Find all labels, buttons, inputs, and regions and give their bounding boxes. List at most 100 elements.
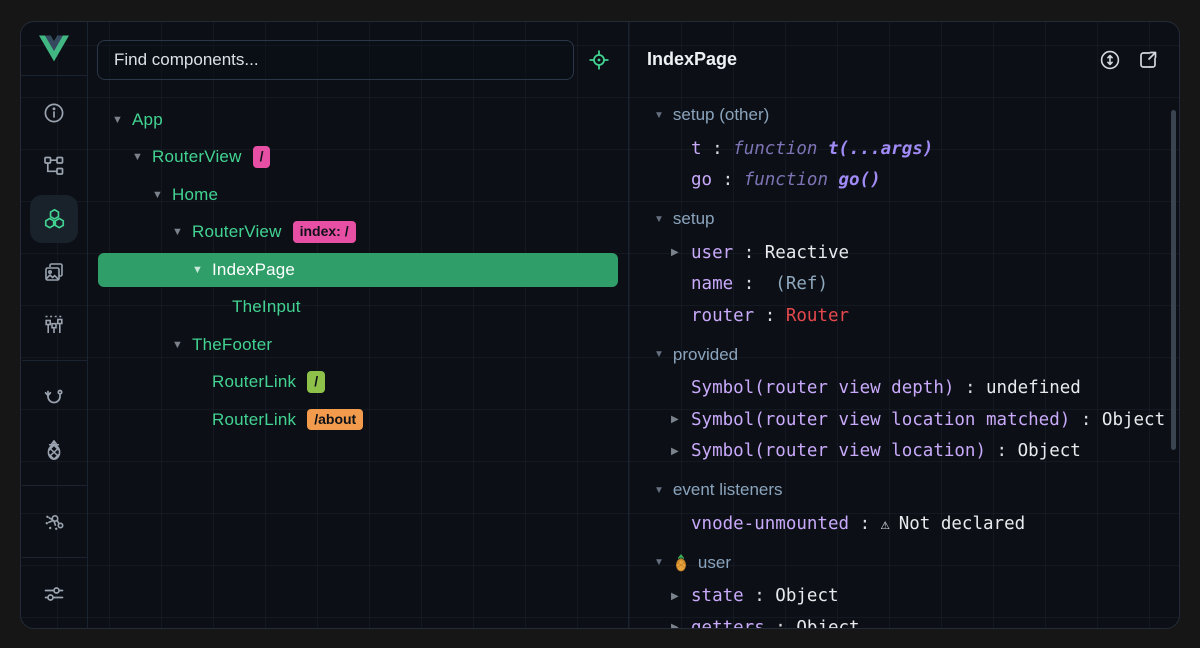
- key-value-separator: :: [744, 586, 776, 606]
- tree-item-app[interactable]: ▼App: [98, 103, 618, 137]
- sidebar: [21, 22, 88, 628]
- section-header-user[interactable]: ▼ user: [654, 545, 1179, 581]
- tree-item-routerlink[interactable]: RouterLink /: [98, 365, 618, 399]
- state-row-vnode-unmounted[interactable]: vnode-unmounted : ⚠ Not declared: [654, 508, 1179, 540]
- state-value: Object: [1102, 410, 1165, 430]
- section-header-setup[interactable]: ▼setup: [654, 201, 1179, 237]
- locate-component-button[interactable]: [582, 43, 616, 77]
- state-value: Not declared: [899, 514, 1025, 534]
- collapse-icon[interactable]: ▼: [654, 485, 664, 496]
- sidebar-item-components[interactable]: [30, 195, 78, 243]
- collapse-icon[interactable]: ▼: [654, 557, 664, 568]
- state-row-symbol-router-view-location[interactable]: ▶Symbol(router view location) : Object: [654, 436, 1179, 468]
- section-header-provided[interactable]: ▼provided: [654, 337, 1179, 373]
- sidebar-item-graph[interactable]: [30, 498, 78, 546]
- key-value-separator: :: [702, 139, 734, 159]
- inspector-title: IndexPage: [647, 49, 737, 70]
- state-key: Symbol(router view location): [691, 441, 986, 461]
- collapse-icon[interactable]: ▼: [654, 110, 664, 121]
- inspector-content: ▼ setup (other) t : function t(...args)go …: [629, 97, 1179, 628]
- state-key: getters: [691, 618, 765, 628]
- open-in-editor-button[interactable]: [1133, 45, 1163, 75]
- route-badge: /: [253, 146, 271, 168]
- section-label: user: [698, 553, 731, 573]
- state-row-symbol-router-view-location-matched[interactable]: ▶Symbol(router view location matched) : …: [654, 404, 1179, 436]
- expand-all-button[interactable]: [1095, 45, 1125, 75]
- pineapple-icon: [673, 554, 689, 572]
- pineapple-icon: [42, 438, 66, 462]
- state-key: user: [691, 243, 733, 263]
- collapse-icon[interactable]: ▼: [654, 349, 664, 360]
- state-row-symbol-router-view-depth[interactable]: Symbol(router view depth) : undefined: [654, 373, 1179, 405]
- state-row-t[interactable]: t : function t(...args): [654, 133, 1179, 165]
- collapse-icon[interactable]: ▼: [654, 214, 664, 225]
- section-header-event-listeners[interactable]: ▼ event listeners: [654, 472, 1179, 508]
- expander-icon[interactable]: ▼: [112, 114, 132, 126]
- section-label: event listeners: [673, 480, 783, 500]
- section-label: setup (other): [673, 105, 769, 125]
- scrollbar[interactable]: [1171, 110, 1176, 450]
- vue-devtools-window: ▼App▼RouterView/▼Home▼RouterViewindex: /…: [20, 21, 1180, 629]
- control-knobs-icon: [42, 313, 66, 337]
- state-value: function: [744, 170, 839, 190]
- key-value-separator: :: [954, 378, 986, 398]
- expand-icon[interactable]: ▶: [671, 446, 691, 457]
- component-name: TheInput: [232, 297, 301, 317]
- expand-icon[interactable]: ▶: [671, 591, 691, 602]
- sidebar-item-hooks[interactable]: [30, 373, 78, 421]
- state-row-name[interactable]: name : (Ref): [654, 269, 1179, 301]
- expander-icon[interactable]: ▼: [152, 189, 172, 201]
- sidebar-item-timeline[interactable]: [30, 301, 78, 349]
- sidebar-item-settings[interactable]: [30, 570, 78, 618]
- expander-icon[interactable]: ▼: [132, 151, 152, 163]
- route-badge: index: /: [293, 221, 356, 243]
- state-value: Object: [796, 618, 859, 628]
- inspector-section-provided: ▼providedSymbol(router view depth) : und…: [654, 337, 1179, 468]
- state-row-user[interactable]: ▶user : Reactive: [654, 237, 1179, 269]
- expand-icon[interactable]: ▶: [671, 622, 691, 628]
- state-row-router[interactable]: router : Router: [654, 300, 1179, 332]
- expand-icon[interactable]: ▶: [671, 247, 691, 258]
- sidebar-item-assets[interactable]: [30, 248, 78, 296]
- tree-item-theinput[interactable]: TheInput: [98, 290, 618, 324]
- state-value: function: [733, 139, 828, 159]
- state-row-go[interactable]: go : function go(): [654, 165, 1179, 197]
- sidebar-item-hierarchy[interactable]: [30, 142, 78, 190]
- search-box[interactable]: [97, 40, 574, 80]
- sidebar-item-info[interactable]: [30, 89, 78, 137]
- key-value-separator: :: [712, 170, 744, 190]
- tree-item-routerlink[interactable]: RouterLink/about: [98, 403, 618, 437]
- expander-icon[interactable]: ▼: [172, 226, 192, 238]
- component-name: RouterLink: [212, 410, 296, 430]
- state-row-getters[interactable]: ▶getters : Object: [654, 612, 1179, 628]
- key-value-separator: :: [733, 243, 765, 263]
- route-badge: /: [307, 371, 325, 393]
- expander-icon[interactable]: ▼: [172, 339, 192, 351]
- component-name: TheFooter: [192, 335, 272, 355]
- sidebar-divider: [22, 485, 87, 486]
- inspector-panel: IndexPage ▼ setup (other): [628, 22, 1179, 628]
- node-tree-icon: [42, 154, 66, 178]
- state-value: undefined: [986, 378, 1081, 398]
- tree-item-routerview[interactable]: ▼RouterView/: [98, 140, 618, 174]
- search-input[interactable]: [112, 49, 559, 71]
- sidebar-item-pinia[interactable]: [30, 426, 78, 474]
- u-turn-arrow-icon: [42, 385, 66, 409]
- inspector-section-user: ▼user▶state : Object▶getters : Object: [654, 545, 1179, 629]
- section-header-setup-other[interactable]: ▼ setup (other): [654, 97, 1179, 133]
- target-icon: [587, 48, 611, 72]
- tree-toolbar: [88, 22, 628, 97]
- component-name: RouterView: [192, 222, 282, 242]
- state-value: (Ref): [765, 274, 828, 294]
- expand-icon[interactable]: ▶: [671, 414, 691, 425]
- tree-item-home[interactable]: ▼Home: [98, 178, 618, 212]
- state-value: go(): [839, 170, 881, 190]
- tree-item-thefooter[interactable]: ▼TheFooter: [98, 328, 618, 362]
- component-name: RouterLink: [212, 372, 296, 392]
- tree-item-routerview[interactable]: ▼RouterView index: /: [98, 215, 618, 249]
- key-value-separator: :: [986, 441, 1018, 461]
- state-row-state[interactable]: ▶state : Object: [654, 581, 1179, 613]
- expander-icon[interactable]: ▼: [192, 264, 212, 276]
- tree-item-indexpage[interactable]: ▼IndexPage: [98, 253, 618, 287]
- state-key: t: [691, 139, 702, 159]
